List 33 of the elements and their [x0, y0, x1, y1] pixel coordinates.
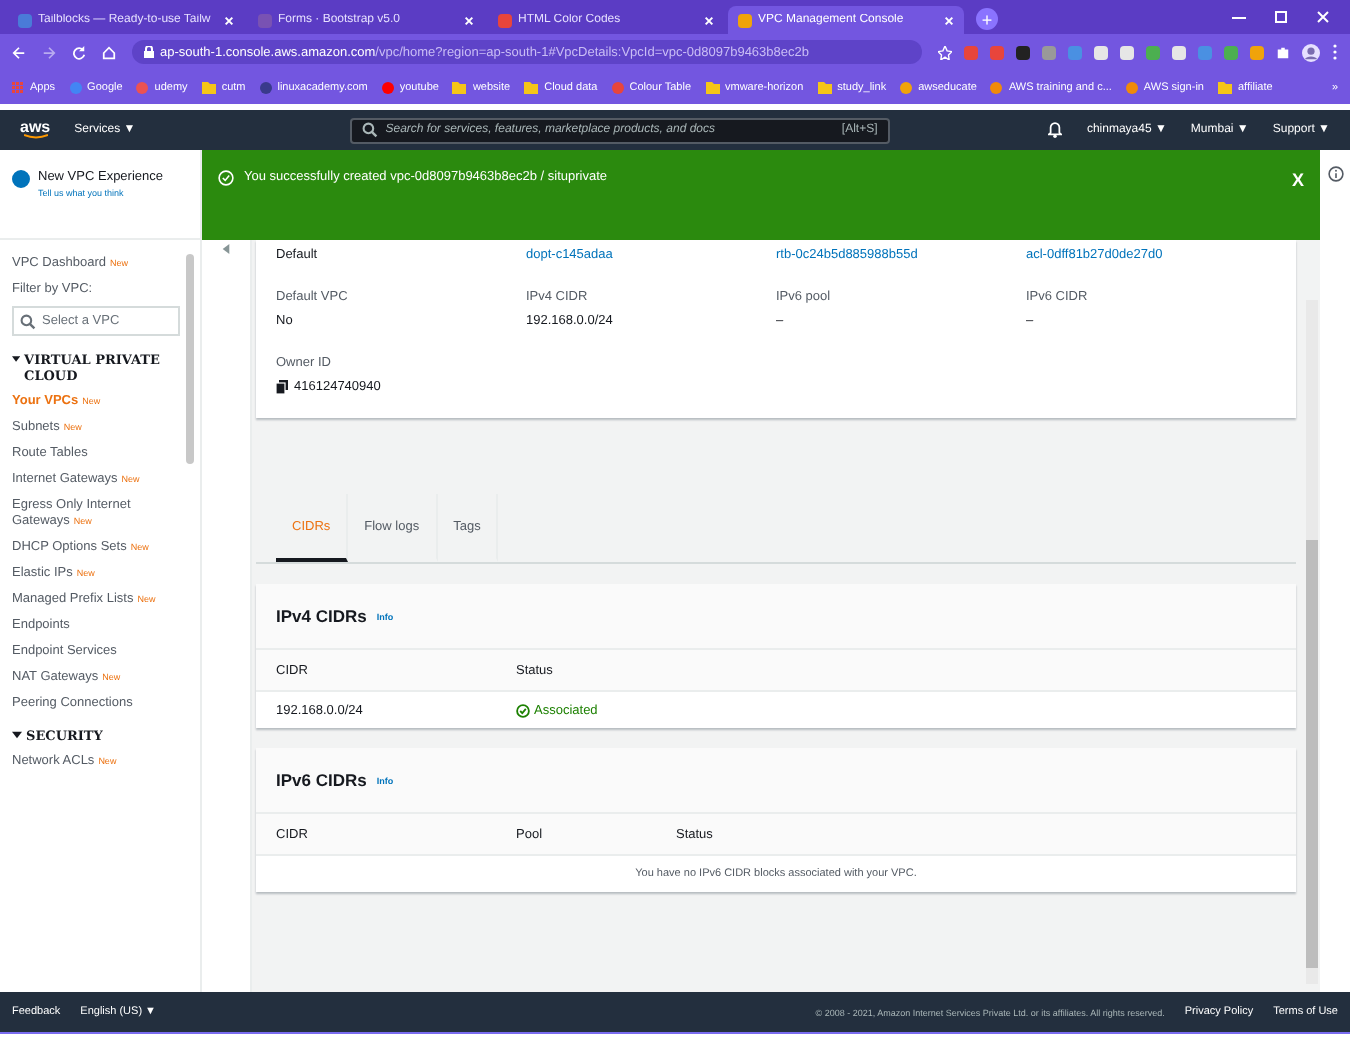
maximize-icon[interactable]: [1274, 10, 1288, 24]
tab-close-icon[interactable]: [464, 15, 474, 25]
check-circle-icon: [516, 703, 530, 717]
scrollbar-thumb[interactable]: [186, 254, 194, 464]
close-button[interactable]: X: [1291, 170, 1304, 190]
reload-icon[interactable]: [72, 45, 86, 59]
puzzle-icon[interactable]: [1276, 45, 1290, 59]
home-icon[interactable]: [102, 45, 116, 59]
tab-close-icon[interactable]: [224, 15, 234, 25]
scrollbar-thumb[interactable]: [1306, 540, 1318, 968]
card-title: IPv4 CIDRs: [276, 606, 367, 626]
lock-icon: [144, 46, 154, 58]
card-title: IPv6 CIDRs: [276, 770, 367, 790]
collapse-arrow-icon[interactable]: [222, 244, 230, 254]
bell-icon[interactable]: [1048, 122, 1063, 138]
scrollbar-track[interactable]: [1306, 300, 1318, 984]
search-icon: [361, 122, 378, 138]
expand-caret-icon[interactable]: [12, 354, 21, 364]
back-arrow-icon[interactable]: [12, 45, 26, 59]
info-icon[interactable]: [1327, 166, 1343, 182]
close-icon[interactable]: [1316, 10, 1330, 24]
expand-caret-icon[interactable]: [12, 730, 22, 740]
aws-logo[interactable]: aws: [20, 120, 51, 140]
tab-close-icon[interactable]: [704, 15, 714, 25]
tab-close-icon[interactable]: [944, 15, 954, 25]
toggle-switch[interactable]: [12, 170, 30, 188]
check-circle-icon: [218, 170, 234, 186]
search-icon: [20, 313, 36, 329]
avatar-icon[interactable]: [1302, 43, 1320, 61]
star-icon[interactable]: [938, 45, 952, 59]
new-tab-button[interactable]: +: [976, 8, 998, 30]
more-options-icon[interactable]: [1332, 44, 1338, 60]
copy-icon[interactable]: [276, 380, 288, 394]
